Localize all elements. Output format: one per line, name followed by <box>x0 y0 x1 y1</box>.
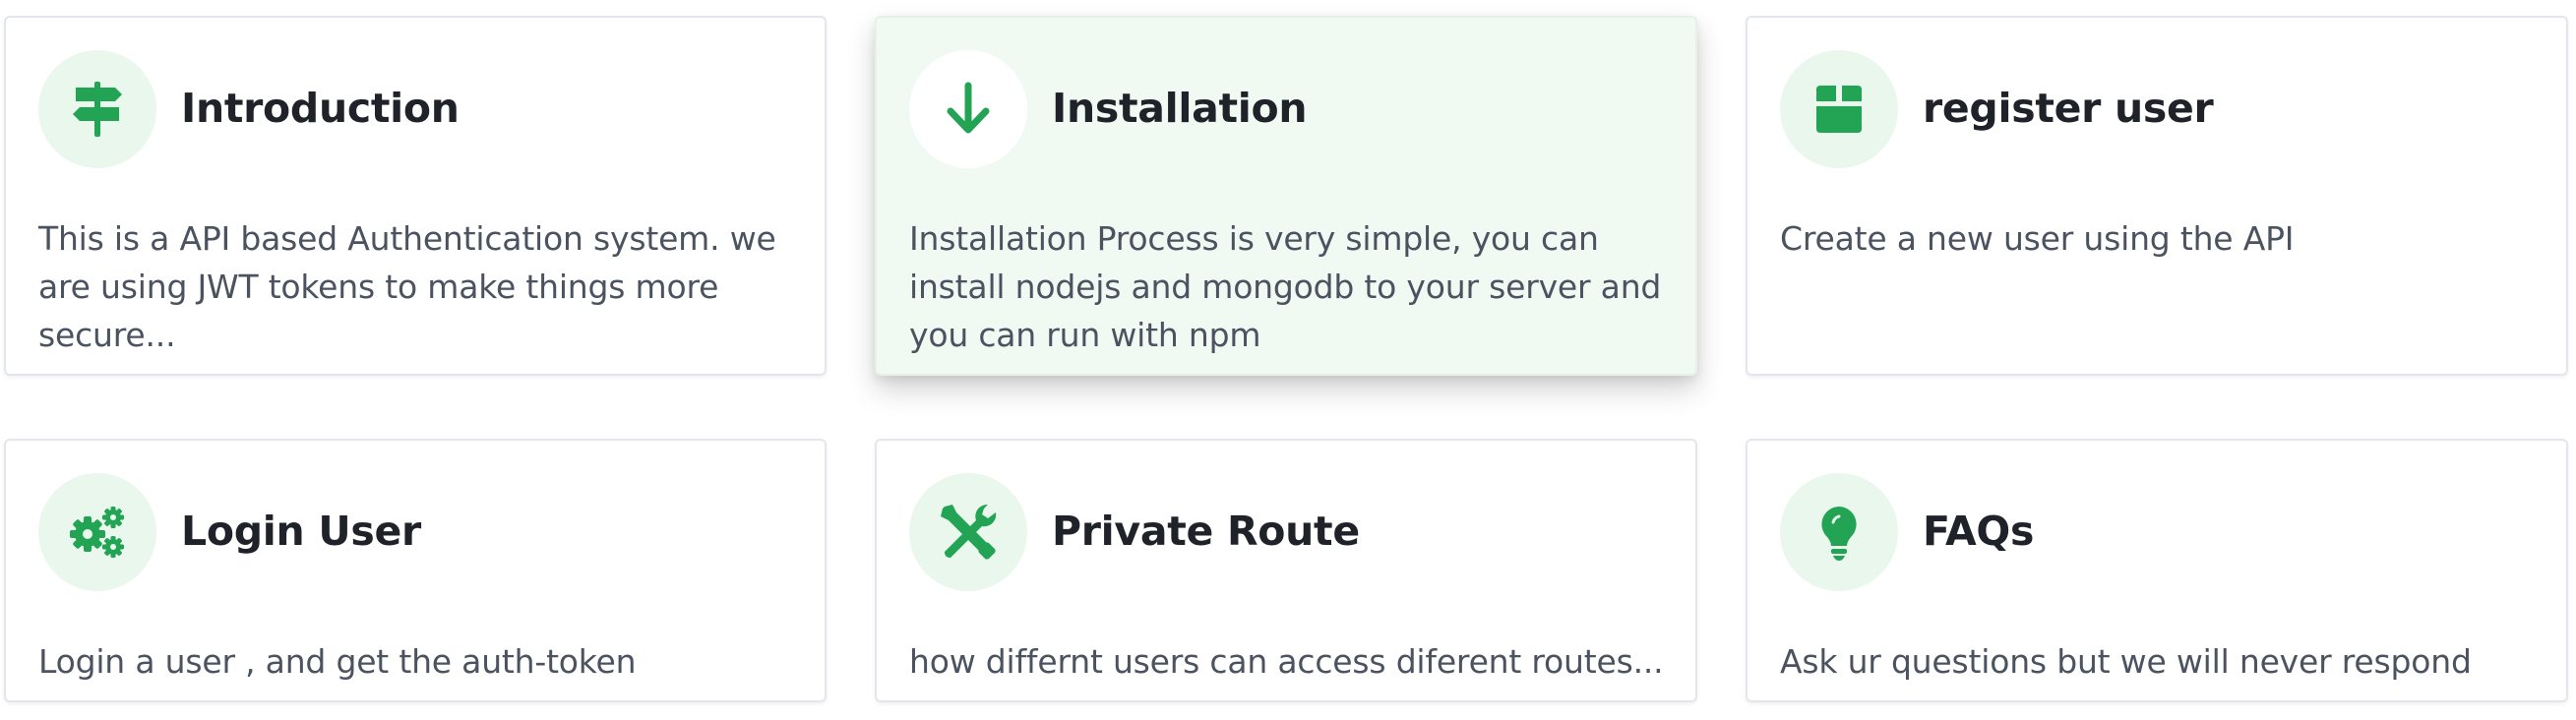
card-description: Installation Process is very simple, you… <box>909 219 1662 354</box>
card-login-user[interactable]: Login User Login a user , and get the au… <box>4 439 827 702</box>
box-icon <box>1816 86 1862 133</box>
documentation-card-grid: Introduction This is a API based Authent… <box>0 0 2576 720</box>
card-description: Create a new user using the API <box>1780 219 2295 258</box>
card-introduction[interactable]: Introduction This is a API based Authent… <box>4 16 827 376</box>
card-title: Introduction <box>181 85 460 132</box>
icon-badge <box>909 50 1027 168</box>
card-description: Login a user , and get the auth-token <box>38 642 637 681</box>
lightbulb-icon <box>1821 507 1857 561</box>
card-title: register user <box>1923 85 2214 132</box>
icon-badge <box>1780 50 1898 168</box>
gears-icon <box>70 507 124 558</box>
arrow-down-icon <box>947 82 990 134</box>
icon-badge <box>1780 473 1898 591</box>
icon-badge <box>909 473 1027 591</box>
card-installation[interactable]: Installation Installation Process is ver… <box>875 16 1697 376</box>
card-title: Private Route <box>1052 508 1360 555</box>
icon-badge <box>38 473 156 591</box>
card-title: Installation <box>1052 85 1308 132</box>
card-faqs[interactable]: FAQs Ask ur questions but we will never … <box>1746 439 2568 702</box>
card-title: FAQs <box>1923 508 2035 555</box>
signpost-icon <box>73 82 122 137</box>
tools-icon <box>941 504 997 560</box>
card-description: how differnt users can access diferent r… <box>909 642 1664 681</box>
card-description: Ask ur questions but we will never respo… <box>1780 642 2472 681</box>
icon-badge <box>38 50 156 168</box>
card-title: Login User <box>181 508 421 555</box>
card-register-user[interactable]: register user Create a new user using th… <box>1746 16 2568 376</box>
card-description: This is a API based Authentication syste… <box>38 219 776 354</box>
card-private-route[interactable]: Private Route how differnt users can acc… <box>875 439 1697 702</box>
